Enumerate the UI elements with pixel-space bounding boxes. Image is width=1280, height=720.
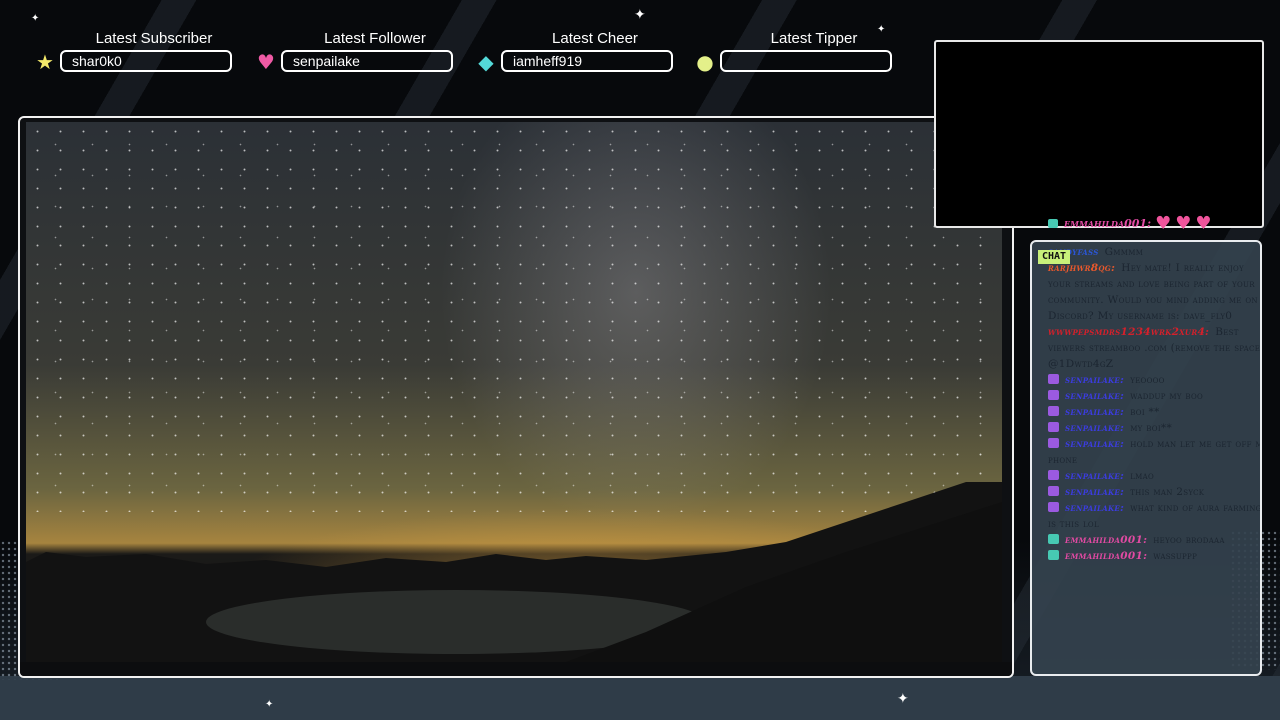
- user-badge-icon: [1048, 550, 1059, 560]
- stat-value: shar0k0: [60, 50, 232, 72]
- chat-username[interactable]: senpailake:: [1065, 374, 1124, 386]
- stat-value: [720, 50, 892, 72]
- game-capture-frame: [18, 116, 1014, 678]
- chat-message: senpailake: waddup my boo: [1048, 388, 1260, 404]
- stat-value: iamheff919: [501, 50, 673, 72]
- video-bottom-bar: [20, 662, 1012, 676]
- chat-message: wwwpepsmdrs1234wrk2xur4: Best viewers str…: [1048, 324, 1260, 372]
- chat-text: my boi**: [1130, 422, 1173, 434]
- chat-message: senpailake: lmao: [1048, 468, 1260, 484]
- user-badge-icon: [1048, 218, 1058, 228]
- chat-username[interactable]: senpailake:: [1065, 422, 1124, 434]
- heart-icon: ♥: [1155, 212, 1172, 234]
- user-badge-icon: [1048, 390, 1059, 400]
- chat-username[interactable]: emmahilda001:: [1065, 550, 1147, 562]
- chat-message: senpailake: what kind of aura farming is …: [1048, 500, 1260, 532]
- stat-title: Latest Subscriber: [95, 30, 213, 47]
- chat-message: emmahilda001: wassuppp: [1048, 548, 1260, 564]
- user-badge-icon: [1048, 406, 1059, 416]
- chat-username[interactable]: senpailake:: [1065, 470, 1124, 482]
- chat-username[interactable]: senpailake:: [1065, 502, 1124, 514]
- chat-message: emmahilda001: heyoo brodaaa: [1048, 532, 1260, 548]
- chat-username[interactable]: senpailake:: [1065, 406, 1124, 418]
- star-icon: ★: [36, 50, 54, 74]
- sparkle-icon: ✦: [31, 13, 40, 24]
- chat-text: yeoooo: [1130, 374, 1165, 386]
- chat-text: wassuppp: [1153, 550, 1198, 562]
- user-badge-icon: [1048, 470, 1059, 480]
- mountain-silhouette: [26, 482, 1002, 662]
- video-feed: [26, 122, 1002, 662]
- stat-title: Latest Cheer: [552, 30, 638, 47]
- heart-icon: ♥: [257, 50, 275, 74]
- chat-text: Gmmmm: [1104, 246, 1144, 258]
- chat-message: senpailake: yeoooo: [1048, 372, 1260, 388]
- user-badge-icon: [1048, 438, 1059, 448]
- chat-message-list[interactable]: sandyfass Gmmmm rarjhwr8qg: Hey mate! I rea…: [1048, 244, 1260, 564]
- user-badge-icon: [1048, 534, 1059, 544]
- diamond-icon: ◆: [478, 50, 494, 74]
- bottom-band: [0, 676, 1280, 720]
- chat-text: lmao: [1130, 470, 1155, 482]
- chat-text: heyoo brodaaa: [1153, 534, 1225, 546]
- chat-username[interactable]: emmahilda001:: [1065, 534, 1147, 546]
- chat-username: emmahilda001:: [1064, 216, 1152, 230]
- chat-username[interactable]: senpailake:: [1065, 390, 1124, 402]
- sparkle-icon: ✦: [897, 691, 909, 707]
- chat-message: senpailake: boi **: [1048, 404, 1260, 420]
- chat-text: boi **: [1130, 406, 1160, 418]
- stat-value: senpailake: [281, 50, 453, 72]
- chat-username[interactable]: senpailake:: [1065, 486, 1124, 498]
- chat-text: waddup my boo: [1130, 390, 1204, 402]
- sparkle-icon: ✦: [634, 7, 646, 23]
- user-badge-icon: [1048, 502, 1059, 512]
- heart-icon: ♥: [1175, 212, 1192, 234]
- chat-message: senpailake: this man 2syck: [1048, 484, 1260, 500]
- chat-message: senpailake: hold man let me get off my ph…: [1048, 436, 1260, 468]
- chat-message: sandyfass Gmmmm: [1048, 244, 1260, 260]
- heart-icon: ♥: [1195, 212, 1212, 234]
- chat-overflow-line: emmahilda001: ♥ ♥ ♥: [1048, 212, 1278, 234]
- user-badge-icon: [1048, 374, 1059, 384]
- chat-label: CHAT: [1038, 250, 1071, 264]
- webcam-box: [934, 40, 1264, 228]
- chat-message: rarjhwr8qg: Hey mate! I really enjoy your…: [1048, 260, 1260, 324]
- chat-panel[interactable]: sandyfass Gmmmm rarjhwr8qg: Hey mate! I rea…: [1030, 240, 1262, 676]
- chat-text: this man 2syck: [1130, 486, 1205, 498]
- user-badge-icon: [1048, 486, 1059, 496]
- chat-message: senpailake: my boi**: [1048, 420, 1260, 436]
- coin-icon: ●: [696, 50, 714, 74]
- chat-username[interactable]: senpailake:: [1065, 438, 1124, 450]
- sparkle-icon: ✦: [265, 699, 274, 710]
- chat-username[interactable]: wwwpepsmdrs1234wrk2xur4:: [1048, 326, 1209, 338]
- user-badge-icon: [1048, 422, 1059, 432]
- stat-title: Latest Tipper: [770, 30, 858, 47]
- starfield: [26, 122, 1002, 512]
- stat-title: Latest Follower: [324, 30, 426, 47]
